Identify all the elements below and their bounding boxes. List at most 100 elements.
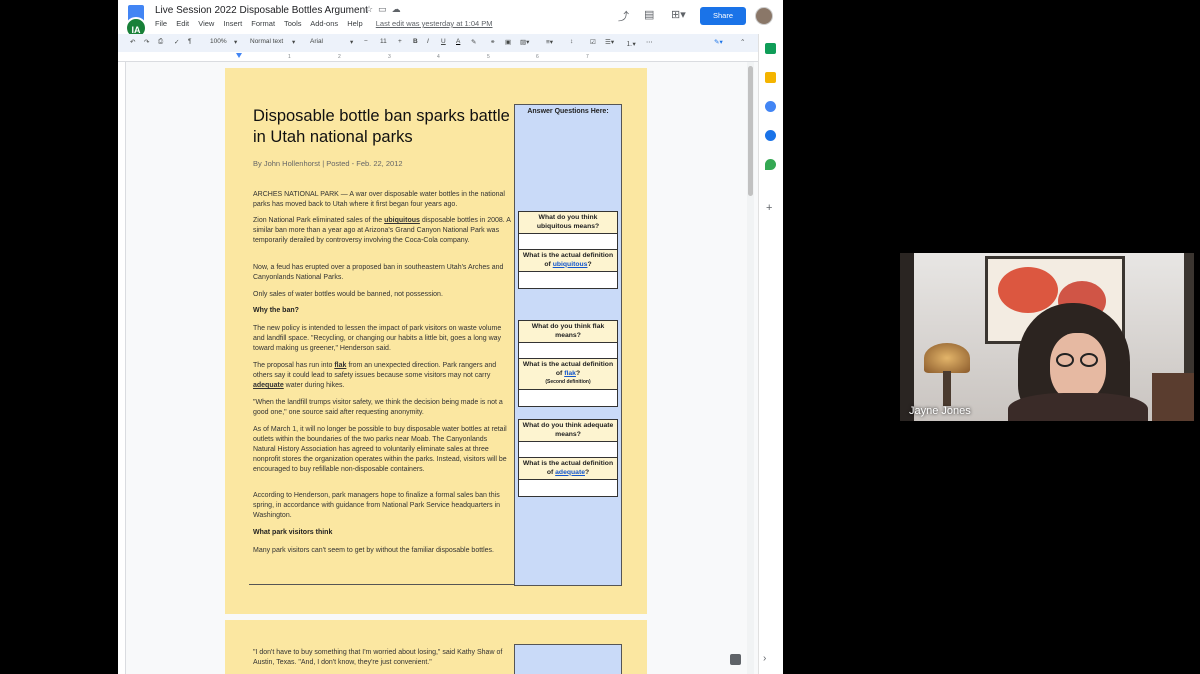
menu-format[interactable]: Format (251, 19, 275, 28)
numbered-list-icon[interactable]: ⒈▾ (626, 38, 636, 48)
link-icon[interactable]: ⚭ (490, 38, 495, 46)
vocab-word-flak: flak (334, 362, 347, 369)
redo-icon[interactable]: ↷ (144, 38, 149, 46)
horizontal-rule (249, 584, 515, 585)
menu-tools[interactable]: Tools (284, 19, 302, 28)
bookshelf (1152, 373, 1194, 421)
scrollbar-thumb[interactable] (748, 66, 753, 196)
text-color-button[interactable]: A (456, 38, 460, 45)
answer-cell[interactable] (519, 343, 617, 359)
ruler-tick: 7 (586, 54, 589, 60)
horizontal-ruler[interactable]: 1 2 3 4 5 6 7 (118, 52, 758, 62)
paragraph: ARCHES NATIONAL PARK — A war over dispos… (253, 191, 505, 208)
definition-link[interactable]: adequate (555, 469, 585, 476)
menu-insert[interactable]: Insert (223, 19, 242, 28)
zoom-dropdown-icon[interactable]: ▾ (234, 38, 237, 46)
bold-button[interactable]: B (413, 38, 418, 45)
paragraph: According to Henderson, park managers ho… (253, 492, 501, 519)
ruler-tick: 2 (338, 54, 341, 60)
italic-button[interactable]: I (427, 38, 429, 45)
paragraph: "I don't have to buy something that I'm … (253, 649, 503, 666)
font-size-input[interactable]: 11 (380, 38, 387, 45)
answer-cell[interactable] (519, 272, 617, 288)
comments-icon[interactable]: ▤ (644, 8, 654, 21)
ruler-tick: 4 (437, 54, 440, 60)
answer-column: Answer Questions Here: What do you think… (514, 104, 622, 586)
cloud-status-icon[interactable]: ☁ (392, 4, 406, 14)
document-title[interactable]: Live Session 2022 Disposable Bottles Arg… (155, 5, 368, 16)
undo-icon[interactable]: ↶ (130, 38, 135, 46)
increase-font-button[interactable]: + (398, 38, 402, 45)
definition-link[interactable]: flak (564, 370, 576, 377)
paragraph: As of March 1, it will no longer be poss… (253, 426, 507, 473)
move-folder-icon[interactable]: ▭ (378, 4, 392, 14)
paragraph: "When the landfill trumps visitor safety… (253, 399, 503, 416)
explore-icon[interactable] (730, 654, 741, 665)
spellcheck-icon[interactable]: ✓ (174, 38, 179, 46)
last-edit-link[interactable]: Last edit was yesterday at 1:04 PM (376, 19, 493, 28)
menu-view[interactable]: View (198, 19, 214, 28)
more-options-icon[interactable]: ⋯ (646, 38, 653, 46)
paragraph: Many park visitors can't seem to get by … (253, 547, 495, 554)
decrease-font-button[interactable]: − (364, 38, 368, 45)
vocab-word-ubiquitous: ubiquitous (384, 217, 420, 224)
contacts-icon[interactable] (765, 130, 776, 141)
section-heading: Why the ban? (253, 307, 299, 314)
print-icon[interactable]: ⎙ (158, 38, 163, 46)
style-dropdown-icon[interactable]: ▾ (292, 38, 295, 46)
video-dark-edge (900, 253, 914, 421)
line-spacing-icon[interactable]: ↕ (570, 38, 573, 45)
highlight-icon[interactable]: ✎ (471, 38, 476, 46)
underline-button[interactable]: U (441, 38, 446, 45)
question-cell: What is the actual definition of flak? (S… (519, 359, 617, 390)
google-docs-window: I A Live Session 2022 Disposable Bottles … (118, 0, 783, 674)
document-page[interactable]: "I don't have to buy something that I'm … (225, 620, 647, 674)
question-table-ubiquitous: What do you think ubiquitous means? What… (518, 211, 618, 289)
align-icon[interactable]: ≡▾ (546, 38, 553, 46)
comment-add-icon[interactable]: ▣ (505, 38, 511, 46)
font-dropdown-icon[interactable]: ▾ (350, 38, 353, 46)
menu-help[interactable]: Help (347, 19, 362, 28)
answer-cell[interactable] (519, 389, 617, 406)
account-avatar[interactable] (755, 7, 773, 25)
activity-trend-icon[interactable]: ⤴ (618, 8, 629, 24)
menu-file[interactable]: File (155, 19, 167, 28)
insert-image-icon[interactable]: ▨▾ (520, 38, 529, 46)
star-icon[interactable]: ☆ (365, 4, 378, 14)
keep-icon[interactable] (765, 72, 776, 83)
tasks-icon[interactable] (765, 101, 776, 112)
sheets-icon[interactable] (765, 43, 776, 54)
menu-edit[interactable]: Edit (176, 19, 189, 28)
document-page[interactable]: Disposable bottle ban sparks battle in U… (225, 68, 647, 614)
document-canvas[interactable]: Disposable bottle ban sparks battle in U… (127, 62, 754, 674)
hide-menus-icon[interactable]: ⌃ (740, 38, 745, 46)
meet-present-icon[interactable]: ⊞▾ (671, 8, 686, 21)
bulleted-list-icon[interactable]: ☰▾ (605, 38, 614, 46)
zoom-select[interactable]: 100% (210, 38, 227, 45)
chevron-right-icon[interactable]: › (763, 653, 766, 664)
article-byline: By John Hollenhorst | Posted - Feb. 22, … (253, 159, 403, 168)
question-cell: What do you think flak means? (519, 321, 617, 343)
menu-bar: File Edit View Insert Format Tools Add-o… (155, 19, 500, 28)
add-on-plus-icon[interactable]: + (766, 202, 772, 214)
participant-name: Jayne Jones (909, 405, 971, 417)
maps-icon[interactable] (765, 159, 776, 170)
style-select[interactable]: Normal text (250, 38, 283, 45)
question-cell: What is the actual definition of ubiquit… (519, 250, 617, 272)
second-definition-note: (Second definition) (545, 379, 591, 385)
question-cell: What is the actual definition of adequat… (519, 458, 617, 480)
indent-marker-icon[interactable] (236, 53, 242, 58)
share-button[interactable]: Share (700, 7, 746, 25)
vocab-word-adequate: adequate (253, 382, 284, 389)
definition-link[interactable]: ubiquitous (553, 261, 588, 268)
editing-mode-icon[interactable]: ✎▾ (714, 38, 723, 46)
answer-cell[interactable] (519, 480, 617, 496)
font-select[interactable]: Arial (310, 38, 323, 45)
menu-addons[interactable]: Add-ons (310, 19, 338, 28)
paint-format-icon[interactable]: ¶ (188, 38, 192, 45)
checklist-icon[interactable]: ☑ (590, 38, 596, 46)
answer-cell[interactable] (519, 442, 617, 458)
vertical-scrollbar[interactable] (747, 62, 754, 674)
answer-cell[interactable] (519, 234, 617, 250)
ruler-tick: 1 (288, 54, 291, 60)
